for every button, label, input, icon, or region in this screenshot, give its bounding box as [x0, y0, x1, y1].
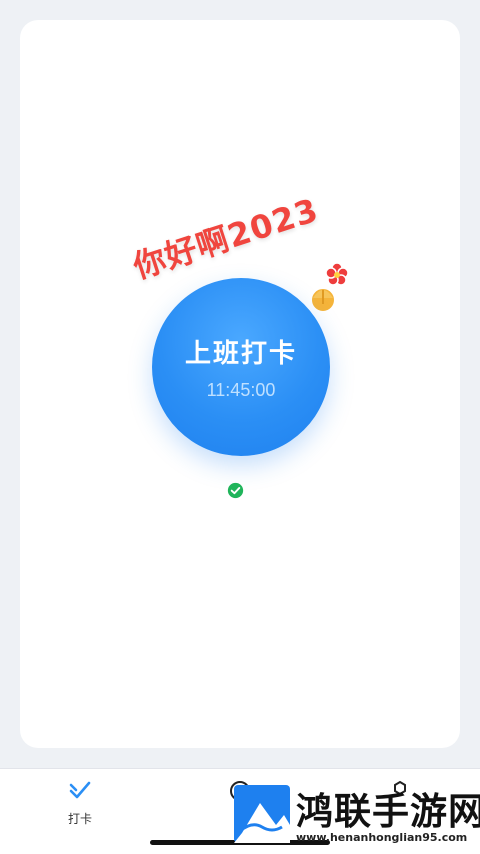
clock-time: 11:45:00 [206, 380, 276, 400]
clock-in-label: 上班打卡 [184, 339, 297, 369]
watermark-logo-icon [234, 785, 290, 843]
watermark-url: www.henanhonglian95.com [296, 831, 468, 844]
tab-clock-in-label: 打卡 [67, 812, 92, 826]
check-circle-icon [227, 482, 244, 499]
watermark-title: 鸿联手游网 [296, 790, 480, 833]
watermark: 鸿联手游网 www.henanhonglian95.com [232, 775, 480, 853]
check-icon [69, 781, 91, 799]
clock-in-button[interactable]: 上班打卡 11:45:00 [152, 278, 330, 456]
tab-clock-in[interactable]: 打卡 [40, 779, 120, 827]
